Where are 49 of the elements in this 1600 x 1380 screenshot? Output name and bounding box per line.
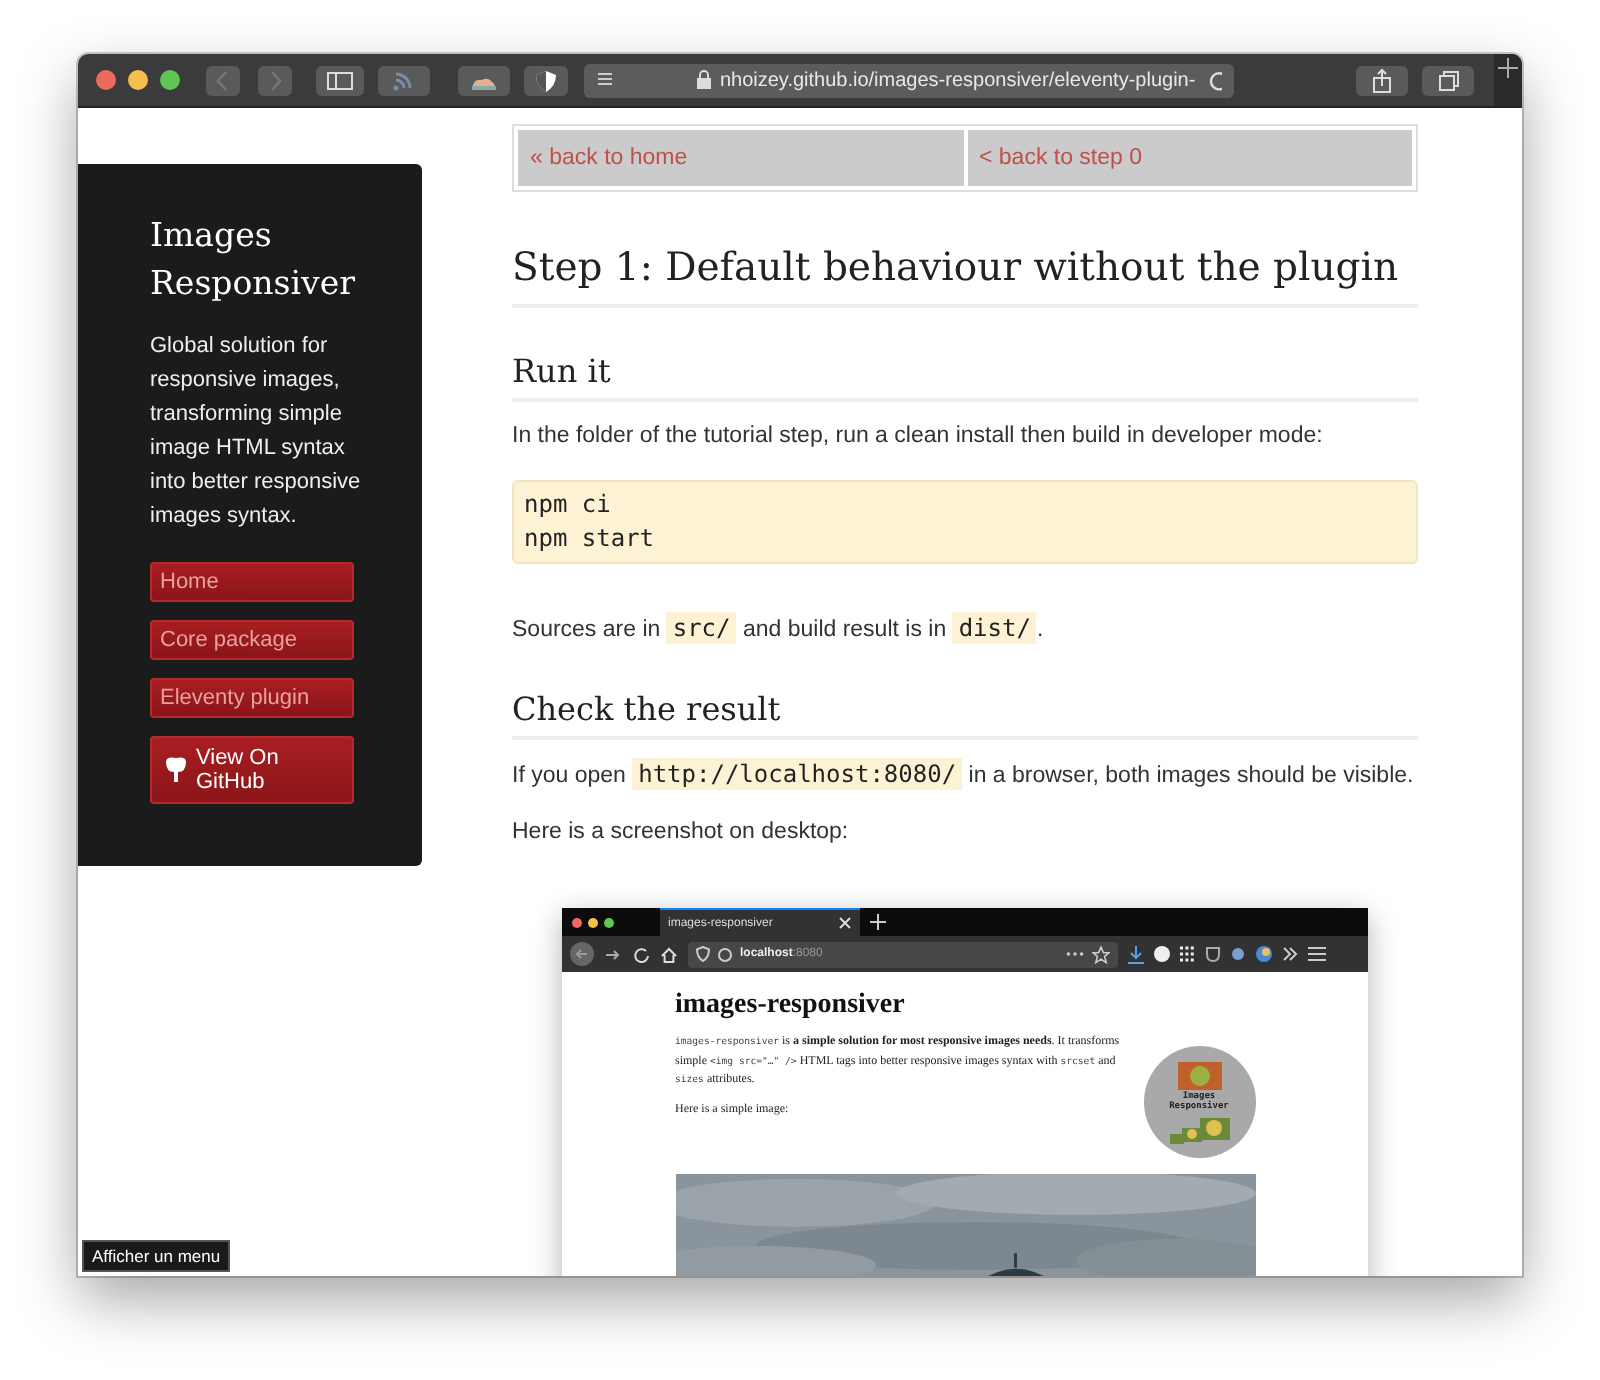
lock-icon <box>695 70 712 90</box>
site-title: Images Responsiver <box>150 214 357 306</box>
forward-icon <box>604 945 622 963</box>
site-description: Global solution for responsive images, transforming simple image HTML syntax into better responsive images syntax. <box>150 332 363 532</box>
back-icon[interactable] <box>206 65 240 95</box>
tooltip: Afficher un menu <box>82 1240 231 1272</box>
download-icon <box>1128 945 1144 963</box>
star-icon <box>1092 945 1110 963</box>
paragraph: Here is a screenshot on desktop: <box>512 818 851 848</box>
paragraph: In the folder of the tutorial step, run a clean install then build in developer mode: <box>512 422 1325 452</box>
code-block: npm ci npm start <box>512 480 1418 564</box>
zoom-button[interactable] <box>160 70 180 90</box>
shield-icon[interactable] <box>524 65 568 95</box>
home-icon <box>660 945 678 963</box>
minimize-button[interactable] <box>128 70 148 90</box>
back-icon <box>570 942 594 966</box>
pager-link[interactable]: < back to step 0 <box>967 130 1412 186</box>
shield-icon <box>696 946 710 962</box>
section-heading: Run it <box>512 352 1418 402</box>
url-text: nhoizey.github.io/images-responsiver/eleventy-plugin- <box>719 69 1196 91</box>
overflow-icon <box>1282 946 1298 962</box>
nav-link[interactable]: Home <box>150 562 354 602</box>
emoji-pictures-icon <box>1169 1115 1229 1143</box>
reload-icon[interactable] <box>1207 69 1222 91</box>
nav-link[interactable]: Eleventy plugin <box>150 678 354 718</box>
address-bar[interactable]: nhoizey.github.io/images-responsiver/eleventy-plugin- <box>584 63 1234 97</box>
reload-icon <box>632 945 650 963</box>
emoji-picture-icon <box>1177 1061 1221 1089</box>
reader-icon[interactable] <box>596 70 612 90</box>
sidebar-icon[interactable] <box>316 65 364 95</box>
close-icon <box>838 916 852 930</box>
menu-icon <box>1308 946 1326 962</box>
pager-link[interactable]: « back to home <box>518 130 963 186</box>
tabs-icon[interactable] <box>1422 65 1474 95</box>
section-heading: Check the result <box>512 690 1418 740</box>
github-button[interactable]: View On GitHub <box>150 736 354 804</box>
rss-icon[interactable] <box>378 65 430 95</box>
nav-link[interactable]: Core package <box>150 620 354 660</box>
paragraph: Sources are in src/ and build result is in dist/ . <box>512 612 1046 646</box>
page-heading: images-responsiver <box>675 990 907 1022</box>
forward-icon[interactable] <box>258 65 292 95</box>
page-heading: Step 1: Default behaviour without the plugin <box>512 244 1418 308</box>
share-icon[interactable] <box>1356 65 1408 95</box>
new-tab-icon[interactable] <box>1494 54 1522 106</box>
more-icon <box>1066 950 1084 958</box>
new-tab-icon <box>870 914 886 930</box>
close-button[interactable] <box>96 70 116 90</box>
grid-icon <box>1180 946 1196 962</box>
paragraph: If you open http://localhost:8080/ in a browser, both images should be visible. <box>512 758 1416 792</box>
